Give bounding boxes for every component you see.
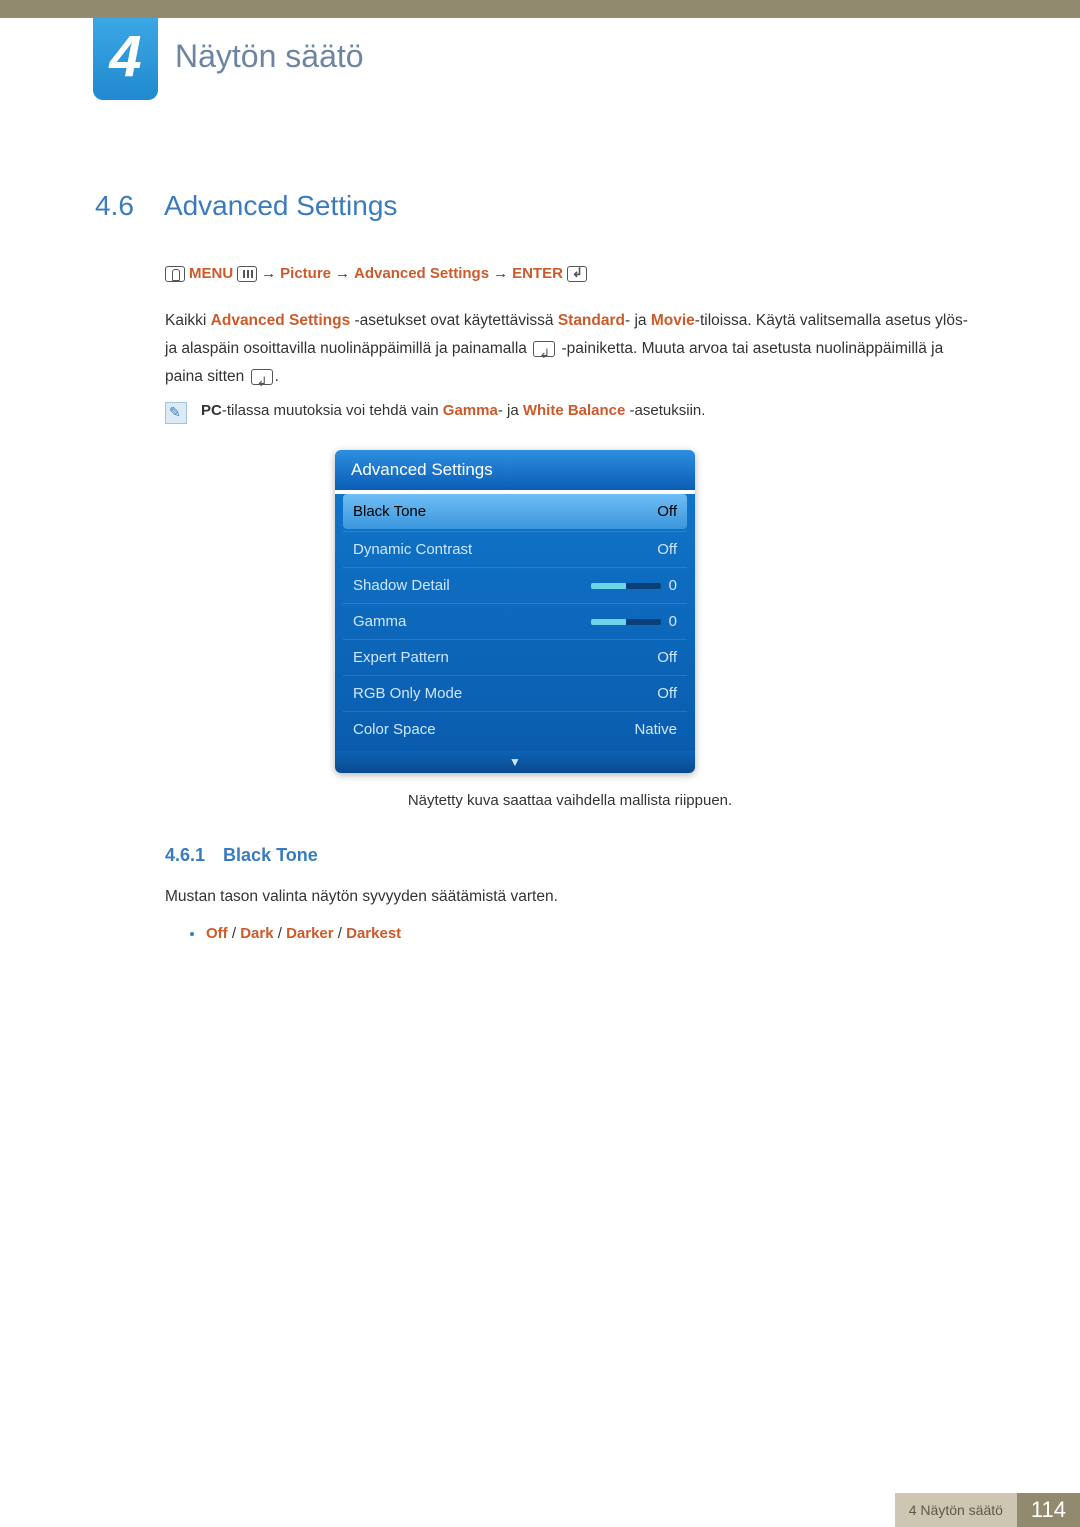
enter-icon (533, 341, 555, 357)
text: - ja (498, 402, 523, 419)
text-hl: Standard (558, 312, 625, 329)
text: -asetuksiin. (625, 402, 705, 419)
note-text: PC-tilassa muutoksia voi tehdä vain Gamm… (201, 402, 705, 419)
page-footer: 4 Näytön säätö 114 (895, 1493, 1080, 1527)
osd-value: Off (657, 685, 677, 702)
subsection-title: Black Tone (223, 845, 318, 866)
chapter-number-badge: 4 (93, 18, 158, 100)
note: PC-tilassa muutoksia voi tehdä vain Gamm… (165, 402, 705, 424)
osd-row-shadow-detail[interactable]: Shadow Detail 0 (343, 567, 687, 603)
osd-row-color-space[interactable]: Color Space Native (343, 711, 687, 747)
osd-label: Dynamic Contrast (353, 541, 472, 558)
slider-icon (591, 583, 661, 589)
osd-label: RGB Only Mode (353, 685, 462, 702)
osd-body: Black Tone Off Dynamic Contrast Off Shad… (335, 494, 695, 751)
osd-caption: Näytetty kuva saattaa vaihdella mallista… (165, 792, 975, 809)
osd-panel: Advanced Settings Black Tone Off Dynamic… (335, 450, 695, 773)
bullet-icon (190, 932, 194, 936)
osd-row-rgb-only[interactable]: RGB Only Mode Off (343, 675, 687, 711)
separator: / (228, 925, 241, 942)
text-bold: PC (201, 402, 222, 419)
footer-page-number: 114 (1017, 1493, 1080, 1527)
separator: / (334, 925, 347, 942)
subsection-description: Mustan tason valinta näytön syvyyden sää… (165, 888, 558, 906)
subsection-number: 4.6.1 (165, 845, 205, 866)
text-hl: White Balance (523, 402, 626, 419)
options-list: Off / Dark / Darker / Darkest (190, 925, 401, 942)
text: - ja (625, 312, 651, 329)
footer-chapter-label: 4 Näytön säätö (895, 1493, 1017, 1527)
osd-value: Off (657, 649, 677, 666)
osd-label: Color Space (353, 721, 436, 738)
text-hl: Movie (651, 312, 695, 329)
chapter-title: Näytön säätö (175, 38, 364, 75)
section-title: Advanced Settings (164, 190, 398, 222)
section-heading: 4.6 Advanced Settings (95, 190, 397, 222)
option-dark: Dark (240, 925, 273, 942)
osd-row-expert-pattern[interactable]: Expert Pattern Off (343, 639, 687, 675)
text: -asetukset ovat käytettävissä (350, 312, 558, 329)
paragraph-main: Kaikki Advanced Settings -asetukset ovat… (165, 307, 975, 391)
breadcrumb-advanced: Advanced Settings (354, 265, 489, 282)
breadcrumb-enter: ENTER (512, 265, 563, 282)
osd-row-black-tone[interactable]: Black Tone Off (343, 494, 687, 529)
separator: / (274, 925, 287, 942)
text-hl: Gamma (443, 402, 498, 419)
option-off: Off (206, 925, 228, 942)
arrow-icon: → (261, 265, 276, 282)
breadcrumb-menu: MENU (189, 265, 233, 282)
arrow-icon: → (493, 265, 508, 282)
osd-row-gamma[interactable]: Gamma 0 (343, 603, 687, 639)
osd-value: Off (657, 503, 677, 520)
osd-label: Shadow Detail (353, 577, 450, 594)
osd-value: 0 (669, 577, 677, 594)
enter-icon (567, 266, 587, 282)
remote-icon (165, 266, 185, 282)
osd-scroll-down-icon[interactable]: ▼ (335, 751, 695, 773)
osd-label: Gamma (353, 613, 406, 630)
text: -tilassa muutoksia voi tehdä vain (222, 402, 443, 419)
osd-title: Advanced Settings (335, 450, 695, 490)
text: Kaikki (165, 312, 211, 329)
enter-icon (251, 369, 273, 385)
section-number: 4.6 (95, 190, 134, 222)
osd-row-dynamic-contrast[interactable]: Dynamic Contrast Off (343, 531, 687, 567)
osd-value: Native (634, 721, 677, 738)
text-hl: Advanced Settings (211, 312, 351, 329)
menu-icon (237, 266, 257, 282)
text: . (275, 368, 279, 385)
option-darker: Darker (286, 925, 334, 942)
osd-value: 0 (669, 613, 677, 630)
osd-label: Black Tone (353, 503, 426, 520)
osd-label: Expert Pattern (353, 649, 449, 666)
option-darkest: Darkest (346, 925, 401, 942)
note-icon (165, 402, 187, 424)
slider-icon (591, 619, 661, 625)
subsection-heading: 4.6.1 Black Tone (165, 845, 318, 866)
breadcrumb-picture: Picture (280, 265, 331, 282)
arrow-icon: → (335, 265, 350, 282)
page-top-border (0, 0, 1080, 18)
menu-path: MENU → Picture → Advanced Settings → ENT… (165, 265, 587, 282)
osd-value: Off (657, 541, 677, 558)
